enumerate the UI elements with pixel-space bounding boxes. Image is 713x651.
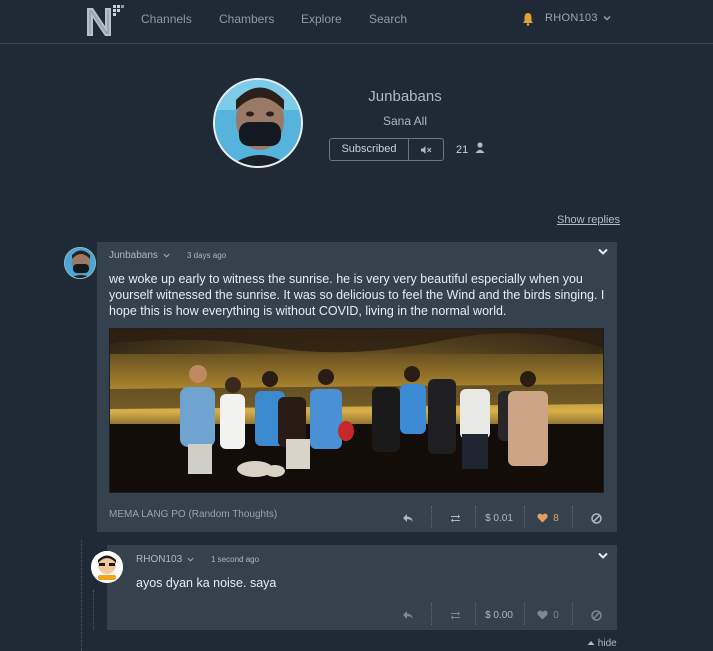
bell-icon[interactable] <box>522 12 534 26</box>
chevron-down-icon <box>187 557 194 562</box>
post-channel[interactable]: MEMA LANG PO (Random Thoughts) <box>109 509 277 520</box>
reply-icon <box>403 514 413 522</box>
post-body: we woke up early to witness the sunrise.… <box>109 272 605 318</box>
post-author-avatar[interactable] <box>64 247 96 279</box>
hide-label: hide <box>597 638 617 649</box>
reply-remind-button[interactable] <box>444 605 466 625</box>
reply-block-button[interactable] <box>585 605 607 625</box>
subscribed-button[interactable]: Subscribed <box>329 138 409 161</box>
post-value[interactable]: $ 0.01 <box>480 508 518 528</box>
reply-timestamp[interactable]: 1 second ago <box>211 555 259 564</box>
like-count: 8 <box>553 512 559 524</box>
remind-icon <box>450 611 460 619</box>
mute-button[interactable] <box>408 138 444 161</box>
chevron-down-icon[interactable] <box>598 552 608 560</box>
reply-body: ayos dyan ka noise. saya <box>136 576 277 590</box>
profile-name: Junbabans <box>368 88 442 105</box>
block-icon <box>590 512 602 524</box>
nav-chambers[interactable]: Chambers <box>219 12 274 26</box>
profile-subtitle: Sana All <box>382 114 428 128</box>
reply-button[interactable] <box>397 508 419 528</box>
heart-icon <box>537 610 548 620</box>
chevron-down-icon[interactable] <box>598 248 608 256</box>
reply-author[interactable]: RHON103 <box>136 554 194 565</box>
post-author[interactable]: Junbabans <box>109 250 170 261</box>
username: RHON103 <box>545 12 598 24</box>
chevron-down-icon <box>163 253 170 258</box>
post-timestamp[interactable]: 3 days ago <box>187 251 226 260</box>
heart-icon <box>537 513 548 523</box>
reply-value[interactable]: $ 0.00 <box>480 605 518 625</box>
subscriber-count: 21 <box>456 144 469 156</box>
reply-like-button[interactable]: 0 <box>533 605 563 625</box>
block-button[interactable] <box>585 508 607 528</box>
n-logo[interactable] <box>84 2 126 38</box>
caret-up-icon <box>587 641 595 646</box>
remind-icon <box>450 514 460 522</box>
hide-replies-link[interactable]: hide <box>587 638 617 649</box>
show-replies-link[interactable]: Show replies <box>557 214 620 226</box>
like-button[interactable]: 8 <box>533 508 563 528</box>
nav-search[interactable]: Search <box>369 12 407 26</box>
reply-author-name: RHON103 <box>136 554 183 565</box>
profile-avatar[interactable] <box>213 78 303 168</box>
post-author-name: Junbabans <box>109 250 158 261</box>
nav-channels[interactable]: Channels <box>141 12 192 26</box>
person-icon <box>475 142 485 153</box>
mute-icon <box>421 145 432 154</box>
remind-button[interactable] <box>444 508 466 528</box>
reply-icon <box>403 611 413 619</box>
thread-line <box>81 540 82 651</box>
chevron-down-icon <box>603 16 611 21</box>
post-image[interactable] <box>109 328 604 493</box>
thread-line <box>93 590 94 630</box>
reply-author-avatar[interactable] <box>91 551 123 583</box>
nav-explore[interactable]: Explore <box>301 12 342 26</box>
block-icon <box>590 609 602 621</box>
user-menu[interactable]: RHON103 <box>545 12 611 24</box>
reply-like-count: 0 <box>553 609 559 621</box>
reply-reply-button[interactable] <box>397 605 419 625</box>
top-nav: Channels Chambers Explore Search RHON103 <box>0 0 713 44</box>
